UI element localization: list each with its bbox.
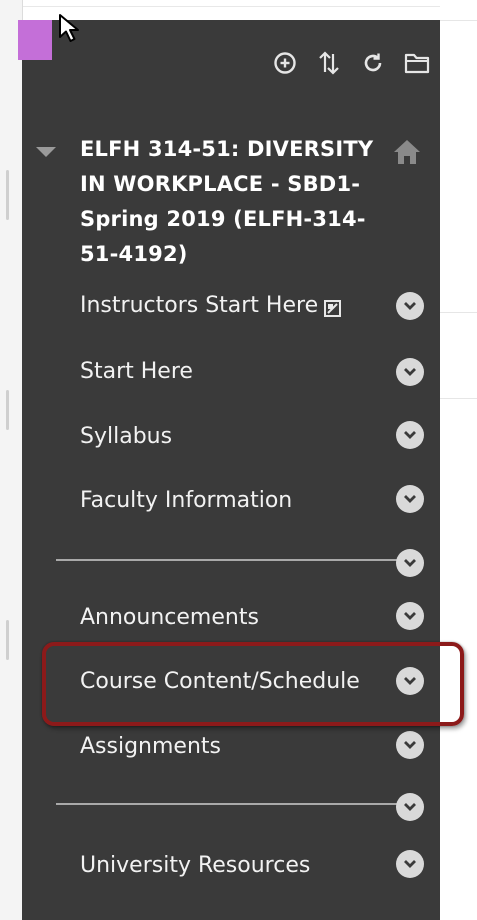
menu-item-faculty-information[interactable]: Faculty Information	[80, 486, 420, 516]
menu-divider	[56, 559, 398, 561]
course-menu: ELFH 314-51: DIVERSITY IN WORKPLACE - SB…	[22, 20, 440, 920]
page-line	[440, 20, 477, 21]
page-line	[440, 312, 477, 313]
chevron-down-icon[interactable]	[396, 793, 424, 821]
add-circle-icon[interactable]	[272, 50, 298, 76]
menu-item-assignments[interactable]: Assignments	[80, 732, 420, 762]
menu-item-course-content-schedule[interactable]: Course Content/Schedule	[80, 667, 420, 697]
chevron-down-icon[interactable]	[396, 667, 424, 695]
collapse-caret-icon[interactable]	[36, 147, 56, 157]
page-left-edge	[0, 0, 23, 920]
screenshot-frame: ELFH 314-51: DIVERSITY IN WORKPLACE - SB…	[0, 0, 477, 920]
page-line	[440, 398, 477, 399]
mouse-cursor-icon	[58, 13, 82, 43]
course-title-line: 51-4192)	[80, 242, 188, 266]
chevron-down-icon[interactable]	[396, 731, 424, 759]
accent-color-block	[18, 20, 52, 60]
page-grip	[6, 390, 9, 430]
menu-divider	[56, 803, 398, 805]
top-border	[0, 6, 477, 7]
chevron-down-icon[interactable]	[396, 421, 424, 449]
menu-item-university-resources[interactable]: University Resources	[80, 851, 420, 881]
chevron-down-icon[interactable]	[396, 549, 424, 577]
course-title[interactable]: ELFH 314-51: DIVERSITY IN WORKPLACE - SB…	[80, 132, 380, 272]
menu-item-start-here[interactable]: Start Here	[80, 357, 420, 387]
course-title-line: Spring 2019 (ELFH-314-	[80, 207, 366, 231]
external-link-icon	[324, 296, 342, 317]
menu-item-label: Instructors Start Here	[80, 293, 319, 318]
refresh-icon[interactable]	[360, 50, 386, 76]
chevron-down-icon[interactable]	[396, 850, 424, 878]
page-grip	[6, 620, 9, 660]
course-title-line: IN WORKPLACE - SBD1-	[80, 172, 361, 196]
chevron-down-icon[interactable]	[396, 358, 424, 386]
chevron-down-icon[interactable]	[396, 602, 424, 630]
course-menu-toolbar	[272, 50, 430, 76]
menu-item-instructors-start-here[interactable]: Instructors Start Here	[80, 291, 420, 321]
folder-icon[interactable]	[404, 50, 430, 76]
page-right-area	[440, 0, 477, 920]
chevron-down-icon[interactable]	[396, 485, 424, 513]
reorder-arrows-icon[interactable]	[316, 50, 342, 76]
chevron-down-icon[interactable]	[396, 292, 424, 320]
course-title-line: ELFH 314-51: DIVERSITY	[80, 137, 374, 161]
menu-item-announcements[interactable]: Announcements	[80, 603, 420, 633]
menu-item-syllabus[interactable]: Syllabus	[80, 422, 420, 452]
page-grip	[6, 170, 9, 220]
home-icon[interactable]	[392, 138, 422, 166]
